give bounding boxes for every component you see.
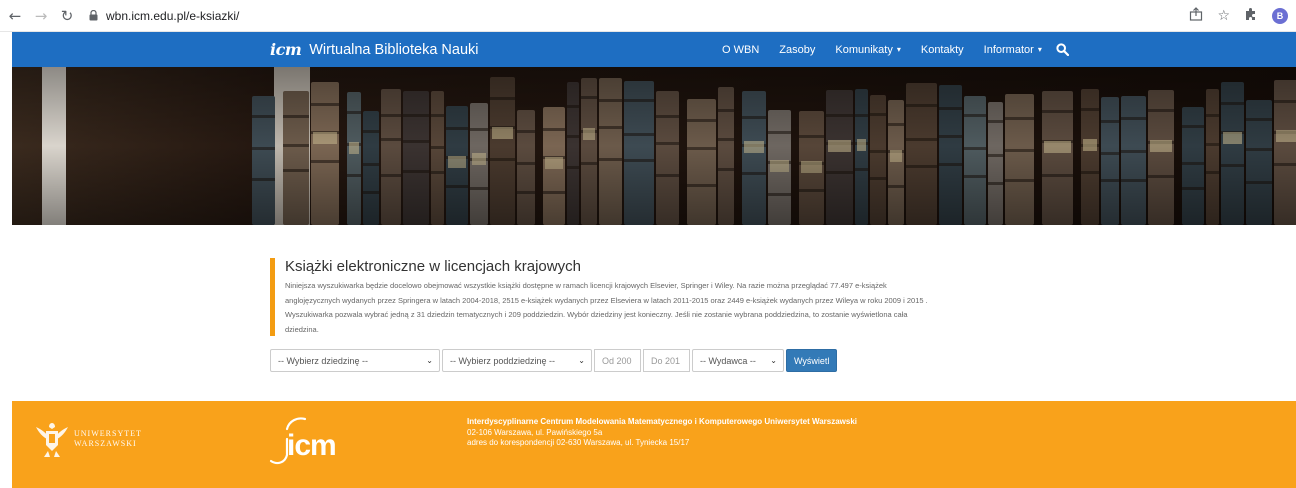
publisher-select[interactable]: -- Wydawca -- ⌄ [692, 349, 784, 372]
icm-footer-logo[interactable]: icm [265, 415, 345, 472]
nav-item-zasoby[interactable]: Zasoby [769, 44, 825, 56]
hero-banner-books [12, 67, 1296, 225]
chevron-down-icon: ⌄ [426, 356, 433, 365]
description-line: Niniejsza wyszukiwarka będzie docelowo o… [285, 281, 887, 290]
icm-logo-mark: icm [270, 40, 302, 59]
uw-wordmark[interactable]: UNIWERSYTET WARSZAWSKI [74, 429, 142, 449]
domain-select[interactable]: -- Wybierz dziedzinę -- ⌄ [270, 349, 440, 372]
site-navbar: icm Wirtualna Biblioteka Nauki O WBN Zas… [12, 32, 1296, 67]
bookshelf-image [12, 67, 1296, 225]
site-footer: UNIWERSYTET WARSZAWSKI icm Interdyscypli… [12, 401, 1296, 488]
icm-logo-text: icm [287, 429, 337, 462]
uw-eagle-crest-icon[interactable] [32, 417, 72, 461]
description-line: anglojęzycznych wydanych przez Springera… [285, 295, 928, 305]
site-logo[interactable]: icm Wirtualna Biblioteka Nauki [270, 32, 479, 67]
lock-icon [86, 9, 100, 23]
chevron-down-icon: ⌄ [770, 356, 777, 365]
caret-down-icon: ▾ [896, 45, 901, 54]
nav-item-o-wbn[interactable]: O WBN [712, 44, 769, 56]
profile-avatar[interactable]: B [1272, 8, 1288, 24]
subdomain-select[interactable]: -- Wybierz poddziedzinę -- ⌄ [442, 349, 592, 372]
browser-toolbar: ← → ↻ wbn.icm.edu.pl/e-ksiazki/ ☆ B [0, 0, 1296, 32]
back-arrow-icon[interactable]: ← [4, 5, 26, 27]
extensions-puzzle-icon[interactable] [1244, 7, 1258, 25]
main-menu: O WBN Zasoby Komunikaty ▾ Kontakty Inform… [712, 32, 1070, 67]
nav-item-kontakty[interactable]: Kontakty [911, 44, 974, 56]
page-title: Książki elektroniczne w licencjach krajo… [285, 258, 581, 275]
caret-down-icon: ▾ [1037, 45, 1042, 54]
forward-arrow-icon[interactable]: → [30, 5, 52, 27]
reload-icon[interactable]: ↻ [56, 5, 78, 27]
search-filters: -- Wybierz dziedzinę -- ⌄ -- Wybierz pod… [270, 349, 838, 372]
nav-item-komunikaty[interactable]: Komunikaty ▾ [825, 44, 911, 56]
institute-address: 02-106 Warszawa, ul. Pawińskiego 5a [467, 427, 603, 437]
page-description: Niniejsza wyszukiwarka będzie docelowo o… [285, 279, 1055, 337]
heading-accent-bar [270, 258, 275, 336]
chevron-down-icon: ⌄ [578, 356, 585, 365]
search-icon[interactable] [1056, 42, 1070, 57]
correspondence-address: adres do korespondencji 02-630 Warszawa,… [467, 438, 690, 447]
share-icon[interactable] [1189, 7, 1203, 25]
address-bar[interactable]: wbn.icm.edu.pl/e-ksiazki/ [86, 4, 239, 28]
year-to-input[interactable]: Do 201 [643, 349, 690, 372]
institute-name: Interdyscyplinarne Centrum Modelowania M… [467, 417, 858, 426]
site-title: Wirtualna Biblioteka Nauki [309, 41, 479, 58]
description-line: dziedzina. [285, 324, 319, 334]
url-text: wbn.icm.edu.pl/e-ksiazki/ [106, 8, 240, 23]
year-from-input[interactable]: Od 200 [594, 349, 641, 372]
description-line: Wyszukiwarka pozwala wybrać jedną z 31 d… [285, 310, 908, 319]
bookmark-star-icon[interactable]: ☆ [1217, 8, 1230, 24]
footer-contact: Interdyscyplinarne Centrum Modelowania M… [467, 417, 857, 449]
show-results-button[interactable]: Wyświetl [786, 349, 838, 372]
nav-item-informator[interactable]: Informator ▾ [974, 44, 1052, 56]
